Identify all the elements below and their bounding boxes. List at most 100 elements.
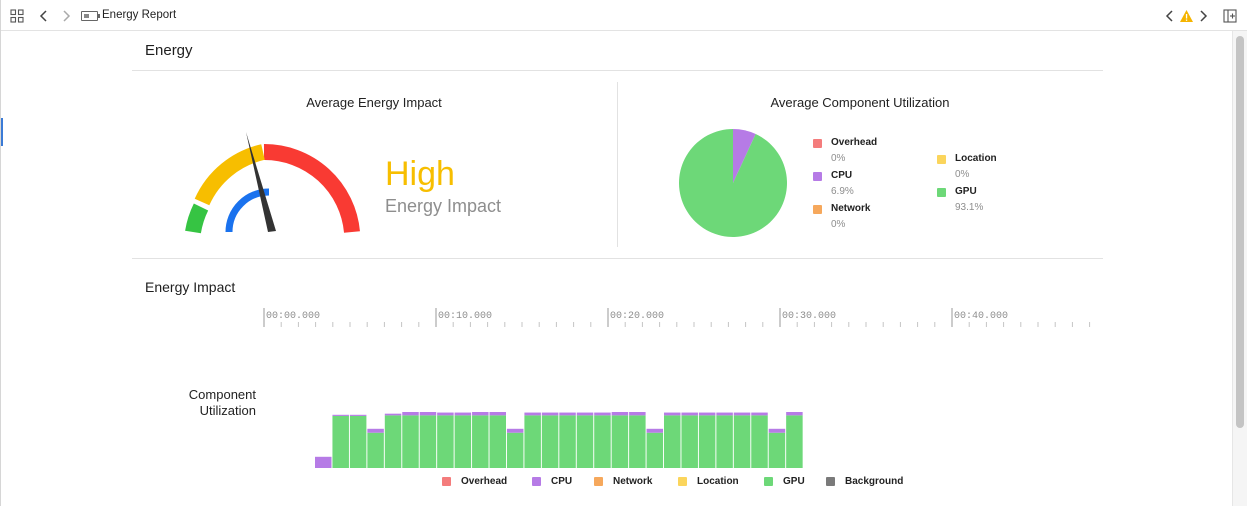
tick-label: 00:30.000 [782, 311, 837, 322]
row-label-line: Component [188, 387, 256, 402]
overhead-swatch [813, 139, 822, 148]
cpu-bar [402, 412, 419, 416]
gpu-bar [594, 415, 611, 468]
energy-impact-subtitle: Energy Impact [385, 196, 502, 216]
location-swatch [678, 477, 687, 486]
cpu-bar [646, 428, 664, 433]
gpu-bar [472, 415, 489, 468]
gpu-bar [332, 415, 349, 468]
legend-name: GPU [783, 476, 805, 487]
previous-issue-chevron-icon[interactable] [1163, 7, 1177, 25]
divider [132, 258, 1103, 259]
gpu-bar [716, 415, 733, 468]
gpu-bar [611, 415, 629, 468]
gpu-bar [646, 432, 664, 468]
tick-label: 00:20.000 [610, 311, 665, 322]
legend-name: Location [697, 476, 739, 487]
gpu-bar [768, 432, 786, 468]
legend-value: 0% [955, 169, 970, 180]
add-editor-icon[interactable] [1222, 7, 1238, 25]
cpu-bar [698, 412, 716, 416]
toolbar: Energy Report [1, 0, 1247, 31]
cpu-bar [681, 412, 698, 416]
overhead-swatch [442, 477, 451, 486]
row-label-line: Utilization [199, 403, 256, 418]
utilization-pie-chart [679, 129, 787, 237]
legend-name: Network [831, 203, 871, 214]
cpu-bar [472, 412, 489, 416]
legend-value: 6.9% [831, 186, 854, 197]
network-swatch [594, 477, 603, 486]
cpu-bar [733, 412, 751, 416]
warning-icon[interactable] [1178, 7, 1194, 25]
gpu-bar [489, 415, 506, 468]
tick-label: 00:00.000 [266, 311, 321, 322]
battery-report-icon [81, 11, 100, 21]
utilization-bar-chart [315, 412, 803, 468]
component-utilization-row-label: Component Utilization [151, 387, 256, 419]
cpu-bar [315, 456, 332, 468]
cpu-bar [506, 428, 524, 433]
legend-name: Location [955, 153, 997, 164]
cpu-bar [629, 412, 646, 416]
gpu-bar [419, 415, 437, 468]
cpu-bar [768, 428, 786, 433]
gpu-bar [751, 415, 768, 468]
gpu-bar [367, 432, 384, 468]
cpu-bar [559, 412, 576, 416]
related-items-grid-icon[interactable] [9, 7, 25, 25]
cpu-bar [384, 413, 402, 416]
cpu-swatch [532, 477, 541, 486]
cpu-bar [454, 412, 472, 416]
cpu-bar [489, 412, 506, 416]
network-swatch [813, 205, 822, 214]
legend-name: CPU [551, 476, 573, 487]
location-swatch [937, 155, 946, 164]
cpu-bar [751, 412, 768, 416]
toolbar-title[interactable]: Energy Report [102, 9, 176, 21]
cpu-bar [611, 412, 629, 416]
gpu-bar [541, 415, 559, 468]
energy-report-window: Energy Report Energy Average Energy Impa… [0, 0, 1247, 506]
cpu-bar [524, 412, 541, 416]
cpu-bar [576, 412, 594, 416]
gpu-bar [524, 415, 541, 468]
gpu-bar [454, 415, 472, 468]
back-chevron-icon[interactable] [37, 7, 51, 25]
cpu-bar [419, 412, 437, 416]
legend-name: GPU [955, 186, 977, 197]
forward-chevron-icon[interactable] [59, 7, 73, 25]
gpu-bar [733, 415, 751, 468]
gpu-bar [349, 415, 367, 468]
energy-gauge [185, 132, 360, 234]
pie-slice-gpu [679, 129, 787, 237]
legend-name: Overhead [461, 476, 508, 487]
next-issue-chevron-icon[interactable] [1196, 7, 1210, 25]
gauge-low-segment [185, 203, 209, 234]
legend-value: 0% [831, 219, 846, 230]
gpu-bar [664, 415, 681, 468]
gpu-swatch [764, 477, 773, 486]
cpu-bar [716, 412, 733, 416]
tick-label: 00:10.000 [438, 311, 493, 322]
average-energy-impact-title: Average Energy Impact [306, 95, 442, 110]
energy-impact-heading: Energy Impact [145, 279, 236, 295]
legend-name: Network [613, 476, 653, 487]
scrollbar-thumb[interactable] [1236, 36, 1244, 428]
legend-name: CPU [831, 170, 853, 181]
gutter-marker [1, 118, 3, 146]
legend-name: Background [845, 476, 904, 487]
cpu-bar [367, 428, 384, 433]
gpu-bar [384, 415, 402, 468]
component-utilization-title: Average Component Utilization [770, 95, 950, 110]
gpu-bar [506, 432, 524, 468]
cpu-bar [541, 412, 559, 416]
gpu-bar [437, 415, 454, 468]
cpu-swatch [813, 172, 822, 181]
cpu-bar [437, 412, 454, 416]
cpu-bar [786, 412, 803, 416]
gpu-bar [698, 415, 716, 468]
tick-label: 00:40.000 [954, 311, 1009, 322]
energy-impact-level: High [385, 155, 455, 193]
cpu-bar [332, 414, 349, 416]
